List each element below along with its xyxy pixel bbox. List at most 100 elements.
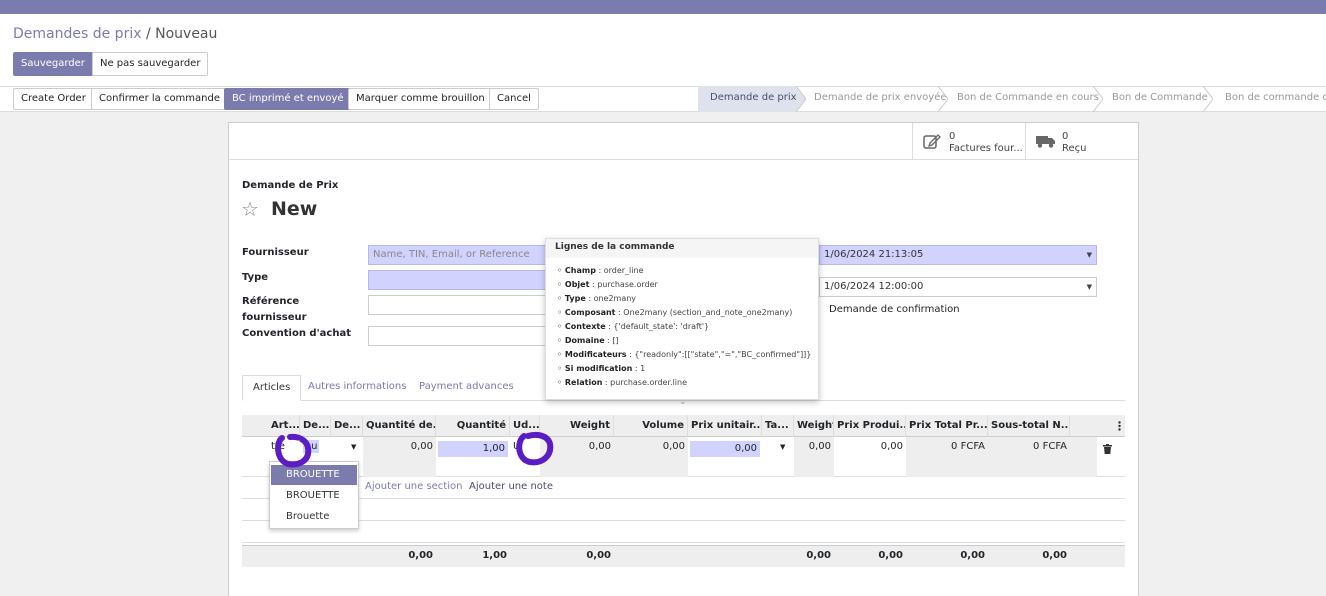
purchase-agreement-select[interactable] xyxy=(368,326,548,346)
tooltip-line: ◦ Objet : purchase.order xyxy=(557,280,658,289)
receipts-count: 0 xyxy=(1062,131,1069,142)
mark-draft-button[interactable]: Marquer comme brouillon xyxy=(348,88,493,110)
status-step-po-in-progress[interactable]: Bon de Commande en cours xyxy=(945,86,1099,112)
star-icon[interactable]: ☆ xyxy=(241,197,259,221)
unit-price-input[interactable]: 0,00 xyxy=(690,441,760,457)
col-description-2[interactable]: De... xyxy=(331,415,363,437)
truck-icon xyxy=(1036,136,1055,148)
add-note-link[interactable]: Ajouter une note xyxy=(469,481,553,492)
col-weight-2[interactable]: Weight xyxy=(794,415,834,437)
supplier-ref-label-2: fournisseur xyxy=(242,312,307,323)
status-step-rfq-sent[interactable]: Demande de prix envoyée xyxy=(802,86,947,112)
cell-subtotal: 0 FCFA xyxy=(988,437,1070,477)
tooltip-key: ◦ Composant xyxy=(557,308,616,317)
cell-volume: 0,00 xyxy=(614,437,688,477)
cell-product-price[interactable]: 0,00 xyxy=(834,437,906,477)
tooltip-line: ◦ Domaine : [] xyxy=(557,336,619,345)
printed-sent-button[interactable]: BC imprimé et envoyé xyxy=(224,88,352,110)
total-qty-received: 0,00 xyxy=(408,550,433,561)
cell-quantity[interactable]: 1,00 xyxy=(436,437,510,477)
control-panel: Demandes de prix / Nouveau Sauvegarder N… xyxy=(0,14,1326,112)
type-select[interactable] xyxy=(368,270,548,290)
smart-button-vendor-bills[interactable]: 0 Factures four... xyxy=(912,123,1024,159)
field-tooltip: Lignes de la commande ◦ Champ : order_li… xyxy=(545,238,819,407)
total-total-price: 0,00 xyxy=(960,550,985,561)
create-order-button[interactable]: Create Order xyxy=(13,88,94,110)
confirm-order-button[interactable]: Confirmer la commande xyxy=(91,88,229,110)
table-row[interactable]: tte ou ▼ 0,00 1,00 U 0,00 0,00 0,00 ▼ 0,… xyxy=(242,437,1125,477)
dropdown-option[interactable]: BROUETTE xyxy=(271,465,357,485)
col-product-price[interactable]: Prix Produi... xyxy=(834,415,906,437)
status-step-po[interactable]: Bon de Commande xyxy=(1100,86,1208,112)
order-date-value: 1/06/2024 21:13:05 xyxy=(824,249,924,260)
tooltip-value: : [] xyxy=(604,336,619,345)
planned-date-input[interactable]: 1/06/2024 12:00:00 ▼ xyxy=(819,277,1097,297)
empty-row xyxy=(242,499,1125,521)
type-label: Type xyxy=(242,272,269,283)
tooltip-line: ◦ Contexte : {'default_state': 'draft'} xyxy=(557,322,709,331)
smart-button-receipts[interactable]: 0 Reçu xyxy=(1025,123,1138,159)
cell-unit-price[interactable]: 0,00 xyxy=(688,437,762,477)
col-taxes[interactable]: Ta... xyxy=(762,415,794,437)
breadcrumb-separator: / xyxy=(145,26,151,42)
totals-row: 0,00 1,00 0,00 0,00 0,00 0,00 0,00 xyxy=(242,545,1125,567)
vendor-bills-label: Factures four... xyxy=(949,143,1023,154)
breadcrumb-parent-link[interactable]: Demandes de prix xyxy=(13,26,142,42)
status-bar: Demande de prix Demande de prix envoyée … xyxy=(698,86,1326,112)
tooltip-key: ◦ Type xyxy=(557,294,586,303)
tooltip-value: : {"readonly":[["state","=","BC_confirme… xyxy=(626,350,812,359)
top-navbar xyxy=(0,0,1326,14)
tooltip-key: ◦ Domaine xyxy=(557,336,605,345)
total-weight: 0,00 xyxy=(586,550,611,561)
total-weight-2: 0,00 xyxy=(806,550,831,561)
cell-spacer xyxy=(1070,437,1097,477)
trash-icon[interactable] xyxy=(1103,444,1112,454)
save-button[interactable]: Sauvegarder xyxy=(13,52,93,76)
quantity-input[interactable]: 1,00 xyxy=(438,441,508,457)
tab-articles[interactable]: Articles xyxy=(242,375,302,401)
col-total-price[interactable]: Prix Total Pr... xyxy=(906,415,988,437)
status-chevron xyxy=(1203,86,1213,112)
tooltip-key: ◦ Modificateurs xyxy=(557,350,627,359)
tooltip-value: : 1 xyxy=(632,364,646,373)
vertical-dots-icon[interactable] xyxy=(1118,421,1121,431)
tooltip-key: ◦ Si modification xyxy=(557,364,633,373)
cell-qty-received: 0,00 xyxy=(363,437,436,477)
col-unit-price[interactable]: Prix unitair... xyxy=(688,415,762,437)
external-link-icon[interactable] xyxy=(514,430,556,466)
discard-button[interactable]: Ne pas sauvegarder xyxy=(92,52,209,76)
status-step-rfq[interactable]: Demande de prix xyxy=(698,86,797,112)
chevron-down-icon: ⌄ xyxy=(679,397,687,407)
col-volume[interactable]: Volume xyxy=(614,415,688,437)
tooltip-line: ◦ Relation : purchase.order.line xyxy=(557,378,687,387)
document-name: New xyxy=(271,198,318,220)
cancel-button[interactable]: Cancel xyxy=(489,88,539,110)
add-section-link[interactable]: Ajouter une section xyxy=(365,481,462,492)
breadcrumb-current: Nouveau xyxy=(155,26,218,42)
supplier-label: Fournisseur xyxy=(242,247,309,258)
chevron-down-icon: ▼ xyxy=(780,443,786,451)
add-line-row: Ajouter une section Ajouter une note xyxy=(242,477,1125,499)
col-quantity[interactable]: Quantité xyxy=(436,415,510,437)
document-type: Demande de Prix xyxy=(242,180,339,191)
purchase-agreement-label: Convention d'achat xyxy=(242,328,351,339)
tooltip-line: ◦ Modificateurs : {"readonly":[["state",… xyxy=(557,350,811,359)
supplier-ref-input[interactable] xyxy=(368,295,548,315)
dropdown-option[interactable]: BROUETTE xyxy=(271,486,357,506)
tab-payment-advances[interactable]: Payment advances xyxy=(409,375,524,401)
chevron-down-icon: ▼ xyxy=(1086,283,1092,291)
col-qty-received[interactable]: Quantité de... xyxy=(363,415,436,437)
tab-other-info[interactable]: Autres informations xyxy=(298,375,416,401)
order-date-input[interactable]: 1/06/2024 21:13:05 ▼ xyxy=(819,245,1097,265)
status-step-po-done[interactable]: Bon de commande co xyxy=(1213,86,1326,112)
supplier-input[interactable]: Name, TIN, Email, or Reference xyxy=(368,245,548,265)
cell-taxes[interactable]: ▼ xyxy=(762,437,794,477)
tooltip-key: ◦ Relation xyxy=(557,378,603,387)
supplier-placeholder: Name, TIN, Email, or Reference xyxy=(373,249,530,260)
external-link-icon[interactable] xyxy=(274,432,314,468)
tooltip-key: ◦ Objet xyxy=(557,280,590,289)
supplier-ref-label-1: Référence xyxy=(242,296,300,307)
dropdown-option[interactable]: Brouette xyxy=(271,507,357,527)
total-quantity: 1,00 xyxy=(482,550,507,561)
col-subtotal[interactable]: Sous-total N... xyxy=(988,415,1070,437)
